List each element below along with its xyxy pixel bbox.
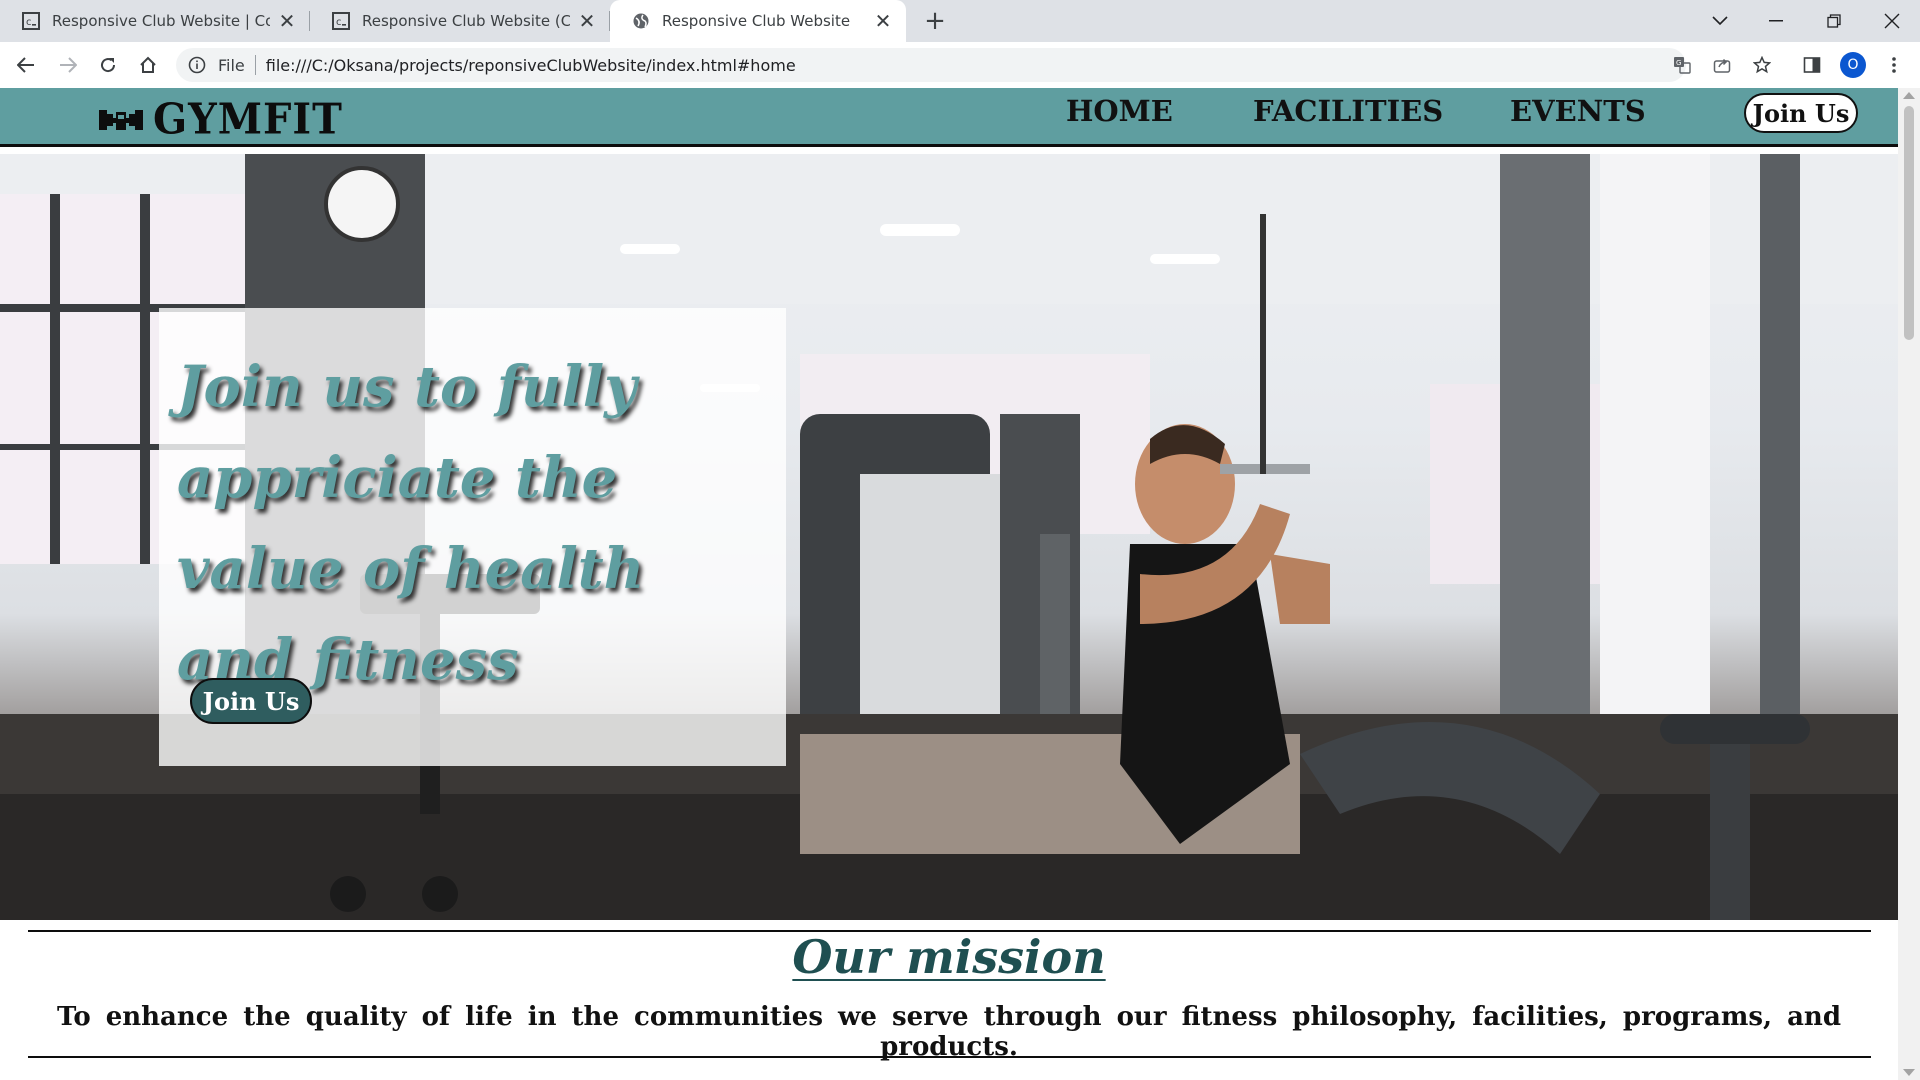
tab-search-chevron-icon[interactable] (1692, 0, 1748, 42)
address-separator (254, 55, 256, 75)
close-window-icon[interactable] (1864, 0, 1920, 42)
dumbbell-logo-icon (99, 109, 143, 130)
hero-card: Join us to fully appriciate the value of… (159, 308, 786, 766)
translate-icon[interactable]: G (1666, 49, 1698, 81)
side-panel-icon[interactable] (1796, 49, 1828, 81)
svg-text:G: G (1676, 59, 1681, 67)
tab-title: Responsive Club Website | Codec (52, 12, 270, 30)
tab-title: Responsive Club Website (CSS) - (362, 12, 570, 30)
codecademy-favicon-icon: c (22, 12, 40, 30)
address-url[interactable]: file:///C:/Oksana/projects/reponsiveClub… (266, 56, 796, 75)
header-join-us-button[interactable]: Join Us (1744, 93, 1858, 133)
codecademy-favicon-icon: c (332, 12, 350, 30)
more-menu-icon[interactable] (1878, 49, 1910, 81)
back-arrow-icon[interactable] (10, 49, 42, 81)
tab-close-icon[interactable]: ✕ (578, 11, 596, 31)
nav-facilities-link[interactable]: FACILITIES (1253, 94, 1443, 128)
brand-name: GYMFIT (153, 94, 343, 145)
site-logo[interactable]: GYMFIT (97, 94, 343, 145)
address-scheme-label: File (218, 55, 245, 75)
minimize-icon[interactable] (1748, 0, 1804, 42)
restore-icon[interactable] (1806, 0, 1862, 42)
hero-join-us-button[interactable]: Join Us (190, 678, 312, 724)
address-bar[interactable]: File file:///C:/Oksana/projects/reponsiv… (176, 48, 1686, 82)
reload-icon[interactable] (92, 49, 124, 81)
tab-close-icon[interactable]: ✕ (874, 11, 892, 31)
mission-bottom-divider (28, 1056, 1871, 1058)
browser-tab-1[interactable]: c Responsive Club Website | Codec ✕ (0, 0, 310, 42)
browser-toolbar: File file:///C:/Oksana/projects/reponsiv… (0, 42, 1920, 88)
nav-events-link[interactable]: EVENTS (1510, 94, 1646, 128)
browser-tab-2[interactable]: c Responsive Club Website (CSS) - ✕ (310, 0, 610, 42)
forward-arrow-icon[interactable] (52, 49, 84, 81)
tab-title: Responsive Club Website (662, 12, 851, 30)
scrollbar-thumb[interactable] (1904, 106, 1914, 340)
nav-home-link[interactable]: HOME (1066, 94, 1173, 128)
svg-text:c: c (336, 17, 342, 28)
site-header: GYMFIT HOME FACILITIES EVENTS Join Us (0, 88, 1898, 147)
page-viewport: GYMFIT HOME FACILITIES EVENTS Join Us Jo… (0, 88, 1898, 1080)
profile-avatar[interactable]: O (1840, 52, 1866, 78)
svg-text:c: c (26, 17, 32, 28)
home-icon[interactable] (132, 49, 164, 81)
new-tab-plus-icon[interactable]: + (920, 6, 950, 36)
globe-icon (633, 13, 649, 29)
scroll-down-arrow-icon[interactable] (1903, 1069, 1915, 1076)
mission-text: To enhance the quality of life in the co… (56, 1002, 1842, 1062)
hero-section: Join us to fully appriciate the value of… (0, 154, 1898, 920)
bookmark-star-icon[interactable] (1746, 49, 1778, 81)
tab-close-icon[interactable]: ✕ (278, 11, 296, 31)
scroll-up-arrow-icon[interactable] (1903, 92, 1915, 99)
browser-tab-strip: c Responsive Club Website | Codec ✕ c Re… (0, 0, 1920, 42)
share-icon[interactable] (1706, 49, 1738, 81)
info-icon[interactable] (188, 56, 206, 74)
browser-tab-3-active[interactable]: Responsive Club Website ✕ (610, 0, 906, 42)
page-scrollbar[interactable] (1898, 88, 1920, 1080)
mission-title: Our mission (792, 930, 1106, 984)
hero-title: Join us to fully appriciate the value of… (177, 354, 645, 693)
